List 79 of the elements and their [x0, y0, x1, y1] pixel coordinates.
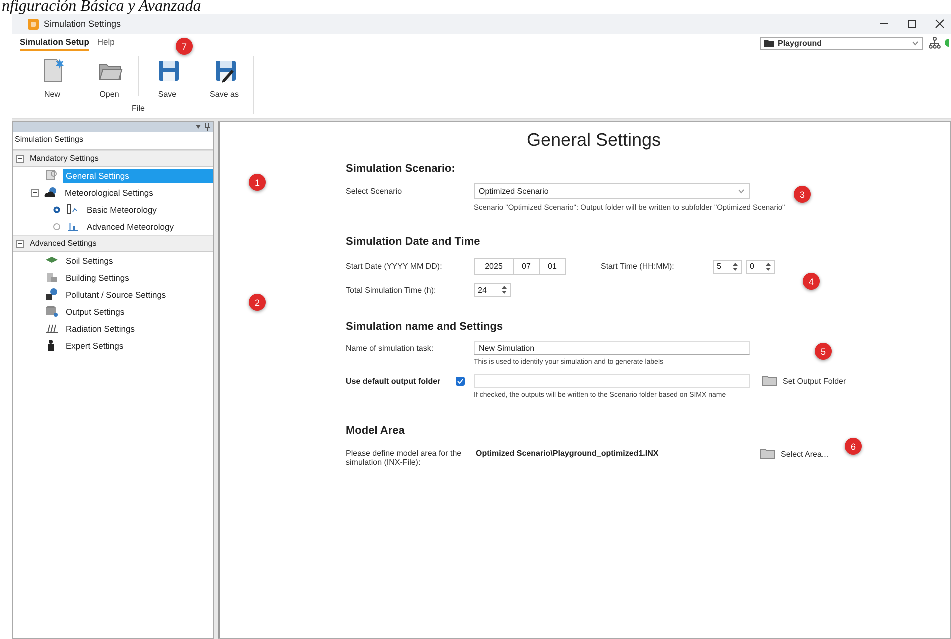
- ribbon-button[interactable]: Save as: [196, 52, 253, 100]
- annotation-marker: 6: [845, 438, 862, 455]
- date-field[interactable]: 07: [513, 258, 540, 275]
- radiation-icon: [45, 322, 58, 335]
- scenario-dropdown[interactable]: Optimized Scenario: [474, 183, 750, 199]
- spin-box[interactable]: 5: [713, 260, 742, 274]
- chart-icon: [66, 203, 79, 216]
- window-title: Simulation Settings: [44, 19, 122, 29]
- pin-icon[interactable]: [205, 123, 210, 131]
- annotation-marker: 1: [249, 174, 266, 191]
- field-label: Please define model area for the simulation (INX-File):: [346, 449, 463, 467]
- checkbox-checked-icon[interactable]: [456, 376, 465, 386]
- field-label: Total Simulation Time (h):: [346, 286, 438, 294]
- date-field[interactable]: 2025: [474, 258, 514, 275]
- spinner-arrows-icon: [733, 262, 738, 270]
- page-heading: General Settings: [526, 130, 662, 151]
- annotation-marker: 4: [803, 273, 820, 290]
- field-label: Select Scenario: [346, 186, 404, 196]
- radio-checked-icon[interactable]: [53, 206, 61, 214]
- chevron-down-icon: [912, 40, 919, 46]
- section-heading: Simulation Scenario:: [346, 163, 456, 175]
- tree-item[interactable]: Basic Meteorology: [84, 202, 160, 216]
- tree-item[interactable]: Radiation Settings: [63, 322, 138, 336]
- tree-group-label[interactable]: Advanced Settings: [30, 239, 97, 248]
- annotation-marker: 5: [815, 343, 832, 360]
- collapse-icon[interactable]: [16, 154, 24, 162]
- tree-item[interactable]: Advanced Meteorology: [84, 220, 177, 234]
- hierarchy-icon[interactable]: [929, 37, 941, 49]
- task-name-field[interactable]: New Simulation: [474, 341, 750, 355]
- spin-box[interactable]: 24: [474, 283, 511, 297]
- pollution-icon: [45, 288, 58, 301]
- tree-item[interactable]: Building Settings: [63, 270, 132, 284]
- document-caption: nfiguración Básica y Avanzada: [1, 0, 202, 14]
- group-label: File: [132, 104, 145, 113]
- project-dropdown[interactable]: Playground: [760, 36, 923, 50]
- tree-item[interactable]: Meteorological Settings: [62, 186, 156, 200]
- spin-box[interactable]: 0: [746, 260, 775, 274]
- menu-tab[interactable]: Help: [97, 35, 123, 51]
- collapse-icon[interactable]: [16, 240, 24, 248]
- field-label: Use default output folder: [346, 376, 442, 386]
- annotation-marker: 3: [794, 186, 811, 203]
- field-label: Name of simulation task:: [346, 344, 435, 352]
- menu-tab[interactable]: Simulation Setup: [20, 35, 90, 51]
- database-icon: [45, 305, 58, 318]
- annotation-marker: 2: [249, 294, 266, 311]
- ribbon-button[interactable]: New: [24, 52, 81, 100]
- folder-icon: [764, 39, 774, 47]
- maximize-icon[interactable]: [907, 19, 917, 29]
- ribbon-button[interactable]: Save: [139, 52, 196, 100]
- section-heading: Simulation Date and Time: [346, 236, 482, 248]
- dropdown-arrow-icon[interactable]: [196, 125, 201, 129]
- tree-item[interactable]: Pollutant / Source Settings: [63, 288, 170, 302]
- tree-group-label[interactable]: Mandatory Settings: [30, 154, 99, 163]
- section-heading: Simulation name and Settings: [346, 321, 504, 333]
- field-label: Start Time (HH:MM):: [601, 262, 676, 271]
- chevron-down-icon: [738, 188, 745, 194]
- ribbon-button[interactable]: Open: [81, 52, 138, 100]
- app-logo-icon: [28, 18, 39, 30]
- select-area-button[interactable]: Select Area...: [760, 449, 829, 459]
- tree-item[interactable]: Output Settings: [63, 304, 128, 318]
- model-area-path: Optimized Scenario\Playground_optimized1.INX: [476, 449, 660, 458]
- building-icon: [45, 271, 58, 284]
- spinner-arrows-icon: [766, 262, 771, 270]
- cloud-icon: [44, 186, 57, 199]
- field-label: Start Date (YYYY MM DD):: [346, 262, 444, 271]
- collapse-icon[interactable]: [31, 188, 39, 196]
- radio-icon[interactable]: [53, 222, 61, 230]
- tree-item[interactable]: Expert Settings: [63, 338, 127, 352]
- gear-document-icon: [45, 169, 58, 182]
- set-output-folder-button[interactable]: Set Output Folder: [762, 376, 846, 386]
- spinner-arrows-icon: [502, 286, 507, 294]
- folder-icon: [762, 376, 778, 386]
- section-heading: Model Area: [346, 425, 406, 437]
- chart-icon: [66, 220, 79, 233]
- output-folder-field[interactable]: [474, 374, 750, 388]
- tree-item[interactable]: Soil Settings: [63, 254, 116, 268]
- folder-icon: [760, 449, 776, 459]
- close-icon[interactable]: [935, 19, 945, 29]
- date-field[interactable]: 01: [539, 258, 566, 275]
